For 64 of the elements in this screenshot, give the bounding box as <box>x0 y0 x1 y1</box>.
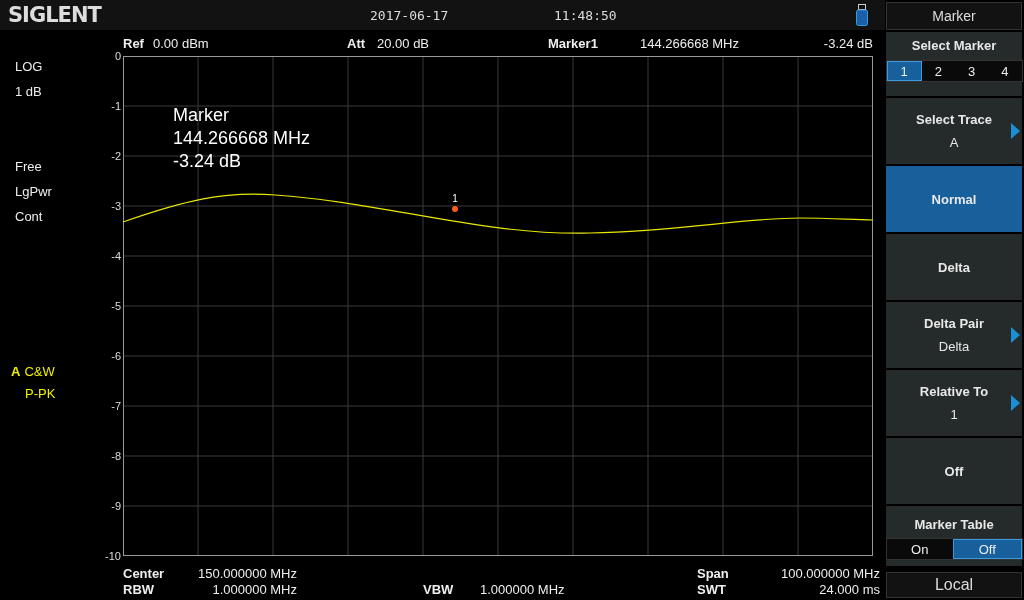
setting-value: 1.000000 MHz <box>212 582 297 598</box>
setting-label: Center <box>123 566 166 582</box>
right-arrow-icon <box>1011 395 1020 411</box>
setting-label: SWT <box>697 582 727 598</box>
marker-number: 1 <box>452 193 458 204</box>
option-tab[interactable]: 4 <box>988 61 1022 81</box>
option-tab[interactable]: 3 <box>955 61 989 81</box>
local-button[interactable]: Local <box>886 572 1022 598</box>
setting-label: VBW <box>423 582 455 598</box>
menu-title: Marker <box>886 2 1022 30</box>
setting-value: 1.000000 MHz <box>480 582 566 598</box>
readout-frequency: 144.266668 MHz <box>173 127 311 150</box>
axis-tick-label: -2 <box>111 150 121 162</box>
marker-level: -3.24 dB <box>823 36 873 51</box>
axis-tick-label: -9 <box>111 500 121 512</box>
softkey-label: Marker Table <box>914 517 994 532</box>
option-tab[interactable]: 1 <box>886 61 922 81</box>
trace-name: A <box>11 363 21 381</box>
setting-label: Span <box>697 566 730 582</box>
softkey-button[interactable]: Delta Pair Delta <box>886 302 1022 368</box>
axis-tick-label: 0 <box>114 50 121 62</box>
option-tab[interactable]: On <box>886 539 953 559</box>
right-arrow-icon <box>1011 327 1020 343</box>
axis-tick-label: -10 <box>105 550 121 562</box>
softkey-button[interactable]: Relative To 1 <box>886 370 1022 436</box>
trigger-mode-text: Free <box>15 158 43 176</box>
axis-tick-label: -8 <box>111 450 121 462</box>
scale-type-text: LOG <box>15 58 44 76</box>
marker-label: Marker1 <box>548 36 599 51</box>
readout-level: -3.24 dB <box>173 150 243 173</box>
time-text: 11:48:50 <box>554 7 617 23</box>
date-text: 2017-06-17 <box>370 7 449 23</box>
softkey-button[interactable]: Select Trace A <box>886 98 1022 164</box>
usb-drive-icon <box>856 4 868 26</box>
setting-value: 24.000 ms <box>819 582 880 598</box>
setting-value: 0.00 dBm <box>153 36 210 51</box>
setting-label: Att <box>347 36 367 51</box>
setting-label: Ref <box>123 36 145 51</box>
sweep-mode-text: Cont <box>15 208 44 226</box>
axis-tick-label: -3 <box>111 200 121 212</box>
option-tab[interactable]: 2 <box>921 61 955 81</box>
axis-tick-label: -1 <box>111 100 121 112</box>
softkey-button[interactable]: Normal <box>886 166 1022 232</box>
scale-division-text: 1 dB <box>15 83 43 101</box>
trace-detector-text: P-PK <box>25 385 57 403</box>
setting-value: 150.000000 MHz <box>198 566 297 582</box>
trace-mode-text: C&W <box>24 363 55 381</box>
softkey-button[interactable]: Delta <box>886 234 1022 300</box>
setting-value: 100.000000 MHz <box>781 566 880 582</box>
option-tab[interactable]: Off <box>953 539 1022 559</box>
right-arrow-icon <box>1011 123 1020 139</box>
setting-label: RBW <box>123 582 156 598</box>
softkey-button[interactable]: Off <box>886 438 1022 504</box>
marker-frequency: 144.266668 MHz <box>640 36 739 51</box>
brand-logo: SIGLENT <box>7 3 101 27</box>
readout-title: Marker <box>173 104 230 127</box>
axis-tick-label: -5 <box>111 300 121 312</box>
axis-tick-label: -7 <box>111 400 121 412</box>
setting-value: 20.00 dB <box>377 36 431 51</box>
marker-point <box>452 206 458 212</box>
detector-text: LgPwr <box>15 183 53 201</box>
softkey-label: Select Marker <box>911 38 997 53</box>
axis-tick-label: -4 <box>111 250 121 262</box>
axis-tick-label: -6 <box>111 350 121 362</box>
